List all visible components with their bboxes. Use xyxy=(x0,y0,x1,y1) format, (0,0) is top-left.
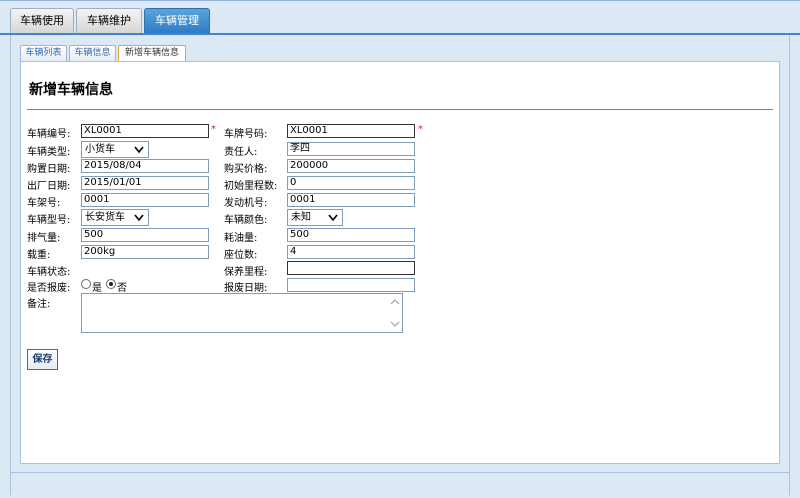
vehicle-no-label: 车辆编号: xyxy=(27,129,71,140)
subtab-vehicle-info[interactable]: 车辆信息 xyxy=(69,45,116,61)
purchase-price-input[interactable]: 200000 xyxy=(287,159,415,173)
subtab-add-vehicle[interactable]: 新增车辆信息 xyxy=(118,45,186,62)
displacement-input[interactable]: 500 xyxy=(81,228,209,242)
tab-vehicle-management[interactable]: 车辆管理 xyxy=(144,8,210,33)
factory-date-input[interactable]: 2015/01/01 xyxy=(81,176,209,190)
load-input[interactable]: 200kg xyxy=(81,245,209,259)
scrap-date-label: 报废日期: xyxy=(224,283,268,294)
remarks-label: 备注: xyxy=(27,299,51,310)
engine-no-input[interactable]: 0001 xyxy=(287,193,415,207)
displacement-label: 排气量: xyxy=(27,233,61,244)
scrapped-yes-radio[interactable] xyxy=(81,279,91,289)
seats-label: 座位数: xyxy=(224,250,258,261)
purchase-date-label: 购置日期: xyxy=(27,164,71,175)
load-label: 载重: xyxy=(27,250,51,261)
remarks-textarea[interactable] xyxy=(81,293,403,333)
chevron-down-icon xyxy=(134,146,144,154)
vehicle-status-label: 车辆状态: xyxy=(27,267,71,278)
maintenance-mileage-label: 保养里程: xyxy=(224,267,268,278)
save-button[interactable]: 保存 xyxy=(27,349,58,370)
vehicle-type-value: 小货车 xyxy=(85,144,115,155)
fuel-consumption-label: 耗油量: xyxy=(224,233,258,244)
vehicle-model-value: 长安货车 xyxy=(85,212,125,223)
initial-mileage-input[interactable]: 0 xyxy=(287,176,415,190)
scrap-date-input[interactable] xyxy=(287,278,415,292)
vehicle-color-label: 车辆颜色: xyxy=(224,215,268,226)
required-marker: * xyxy=(418,124,423,135)
vehicle-no-input[interactable]: XL0001 xyxy=(81,124,209,138)
frame-no-input[interactable]: 0001 xyxy=(81,193,209,207)
plate-no-label: 车牌号码: xyxy=(224,129,268,140)
arrow-down-icon[interactable] xyxy=(390,319,400,329)
plate-no-input[interactable]: XL0001 xyxy=(287,124,415,138)
initial-mileage-label: 初始里程数: xyxy=(224,181,278,192)
panel-bottom-border xyxy=(10,472,790,473)
title-divider xyxy=(27,109,773,110)
engine-no-label: 发动机号: xyxy=(224,198,268,209)
purchase-price-label: 购买价格: xyxy=(224,164,268,175)
vehicle-model-label: 车辆型号: xyxy=(27,215,71,226)
responsible-label: 责任人: xyxy=(224,147,258,158)
responsible-input[interactable]: 李四 xyxy=(287,142,415,156)
fuel-consumption-input[interactable]: 500 xyxy=(287,228,415,242)
maintenance-mileage-input[interactable] xyxy=(287,261,415,275)
vehicle-type-select[interactable]: 小货车 xyxy=(81,141,149,158)
tab-vehicle-usage[interactable]: 车辆使用 xyxy=(10,8,74,33)
page-title: 新增车辆信息 xyxy=(29,82,113,98)
vehicle-type-label: 车辆类型: xyxy=(27,147,71,158)
form-container: 新增车辆信息 车辆编号: XL0001 * 车牌号码: XL0001 * 车辆类… xyxy=(20,61,780,464)
factory-date-label: 出厂日期: xyxy=(27,181,71,192)
scrapped-yes-label[interactable]: 是 xyxy=(92,279,102,294)
arrow-up-icon[interactable] xyxy=(390,297,400,307)
vehicle-color-select[interactable]: 未知 xyxy=(287,209,343,226)
scrapped-no-label[interactable]: 否 xyxy=(117,279,127,294)
vehicle-model-select[interactable]: 长安货车 xyxy=(81,209,149,226)
vehicle-color-value: 未知 xyxy=(291,212,311,223)
chevron-down-icon xyxy=(134,214,144,222)
top-border xyxy=(0,0,800,1)
scrapped-no-radio[interactable] xyxy=(106,279,116,289)
subtab-vehicle-list[interactable]: 车辆列表 xyxy=(20,45,67,61)
chevron-down-icon xyxy=(328,214,338,222)
required-marker: * xyxy=(211,124,216,135)
seats-input[interactable]: 4 xyxy=(287,245,415,259)
scrapped-label: 是否报废: xyxy=(27,283,71,294)
frame-no-label: 车架号: xyxy=(27,198,61,209)
tab-vehicle-maintenance[interactable]: 车辆维护 xyxy=(76,8,142,33)
purchase-date-input[interactable]: 2015/08/04 xyxy=(81,159,209,173)
